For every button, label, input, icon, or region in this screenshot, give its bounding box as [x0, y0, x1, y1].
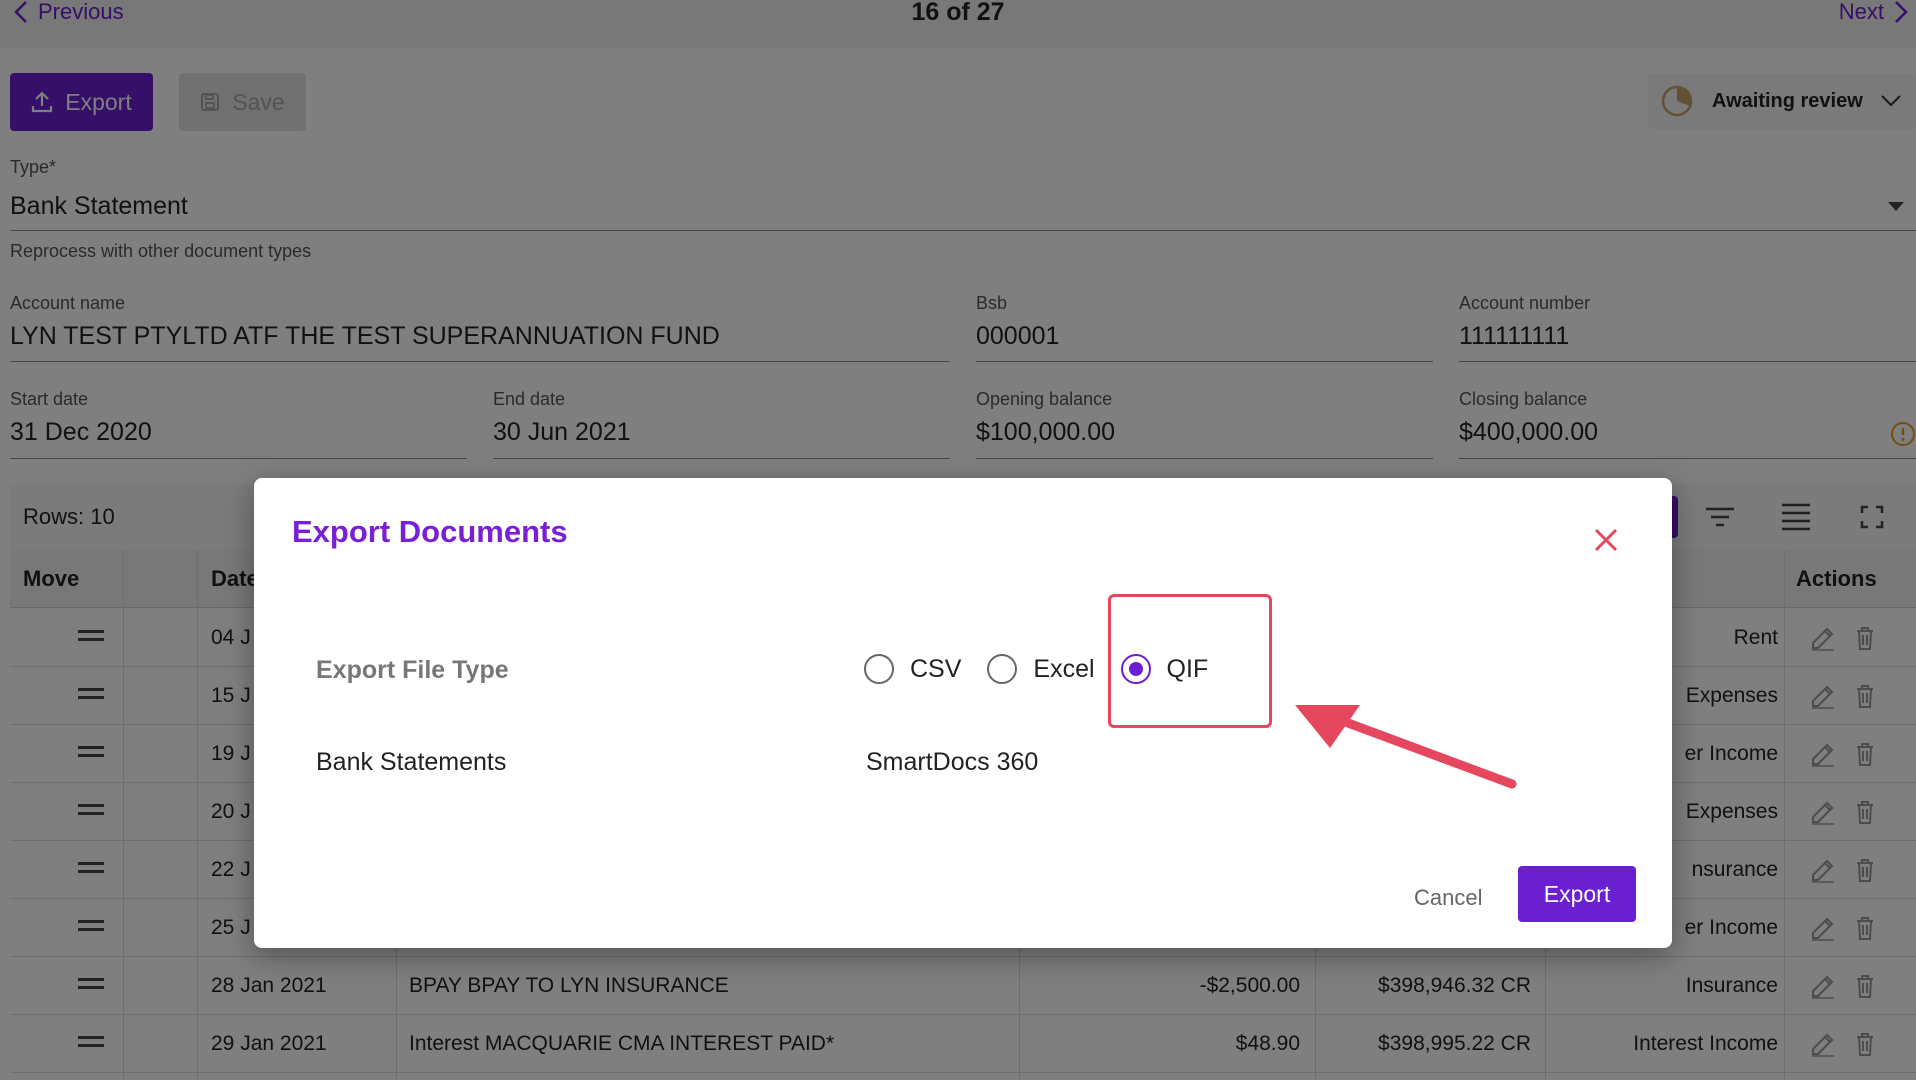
radio-csv[interactable]: CSV	[864, 654, 961, 684]
radio-excel-indicator[interactable]	[987, 654, 1018, 684]
bank-statements-label: Bank Statements	[316, 748, 507, 776]
dialog-title: Export Documents	[292, 514, 568, 549]
radio-csv-label: CSV	[910, 654, 962, 683]
close-icon[interactable]	[1586, 520, 1626, 560]
cancel-button[interactable]: Cancel	[1414, 870, 1482, 926]
radio-csv-indicator[interactable]	[864, 654, 894, 684]
highlight-box	[1108, 594, 1272, 728]
radio-excel-label: Excel	[1033, 654, 1095, 683]
export-target-value: SmartDocs 360	[866, 748, 1039, 776]
annotation-arrow-icon	[1295, 705, 1517, 789]
export-file-type-label: Export File Type	[316, 656, 509, 684]
radio-excel[interactable]: Excel	[987, 654, 1095, 684]
dialog-export-button[interactable]: Export	[1518, 866, 1636, 922]
